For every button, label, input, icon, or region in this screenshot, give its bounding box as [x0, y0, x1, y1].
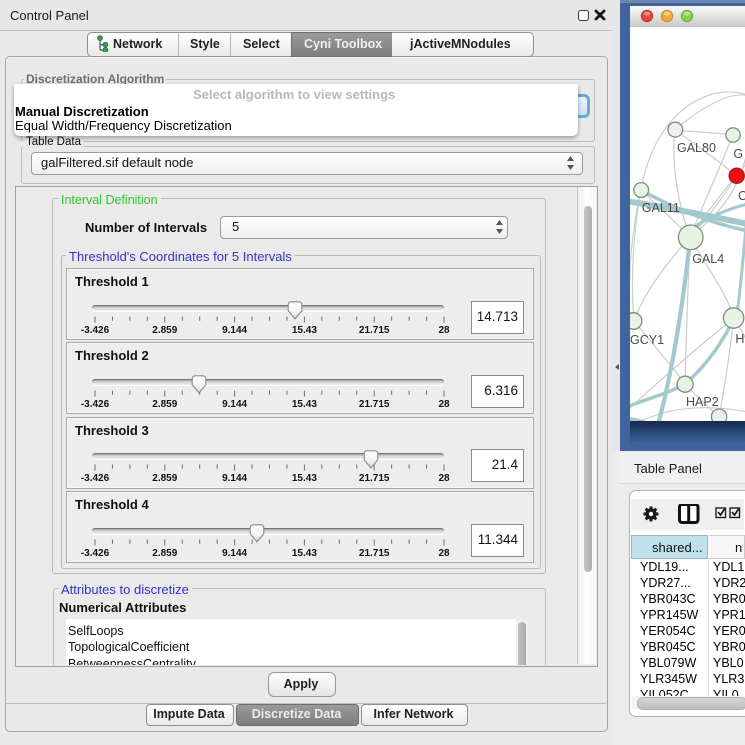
svg-text:H: H [735, 332, 744, 346]
svg-text:GCY1: GCY1 [630, 333, 664, 347]
svg-text:GAL11: GAL11 [642, 201, 680, 215]
svg-text:GAL80: GAL80 [677, 141, 716, 155]
svg-text:GAL4: GAL4 [692, 252, 724, 266]
svg-text:HAP2: HAP2 [686, 395, 719, 409]
svg-text:G: G [733, 147, 743, 161]
svg-text:C: C [738, 189, 745, 203]
